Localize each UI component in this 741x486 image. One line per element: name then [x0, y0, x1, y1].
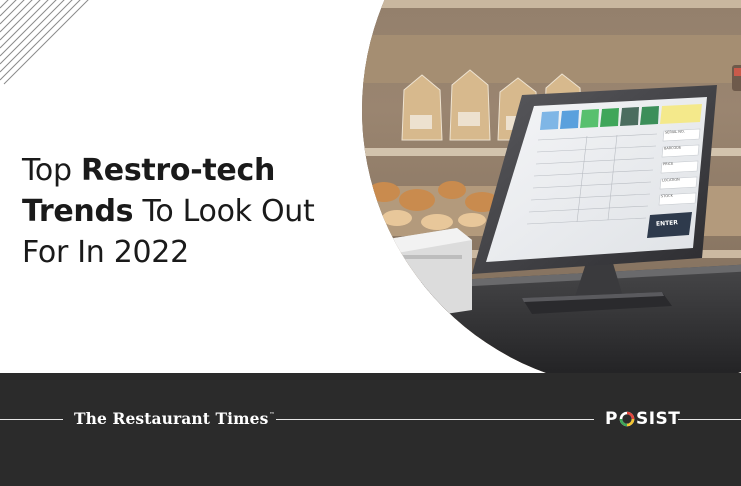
headline-line-1: Top Restro-tech — [22, 153, 275, 188]
posist-o-icon — [619, 411, 635, 427]
headline-line-3: For In 2022 — [22, 235, 189, 270]
footer-rule-middle — [276, 419, 594, 420]
footer-rule-left — [0, 419, 63, 420]
pos-field-stock: STOCK — [660, 193, 673, 199]
footer-rule-right — [678, 419, 741, 420]
decorative-stripes — [0, 0, 89, 85]
pos-scene-illustration — [362, 0, 741, 390]
article-banner: Top Restro-tech Trends To Look Out For I… — [0, 0, 741, 486]
pos-terminal-photo: SERIAL NO. BARCODE PRICE LOCATION STOCK … — [362, 0, 741, 390]
the-restaurant-times-logo: The Restaurant Times™ — [74, 409, 275, 428]
posist-logo: P SIST — [605, 409, 681, 429]
footer-bar: The Restaurant Times™ P SIST — [0, 373, 741, 486]
headline: Top Restro-tech Trends To Look Out For I… — [22, 150, 362, 273]
headline-line-2: Trends To Look Out — [22, 194, 315, 229]
pos-field-price: PRICE — [662, 161, 674, 167]
